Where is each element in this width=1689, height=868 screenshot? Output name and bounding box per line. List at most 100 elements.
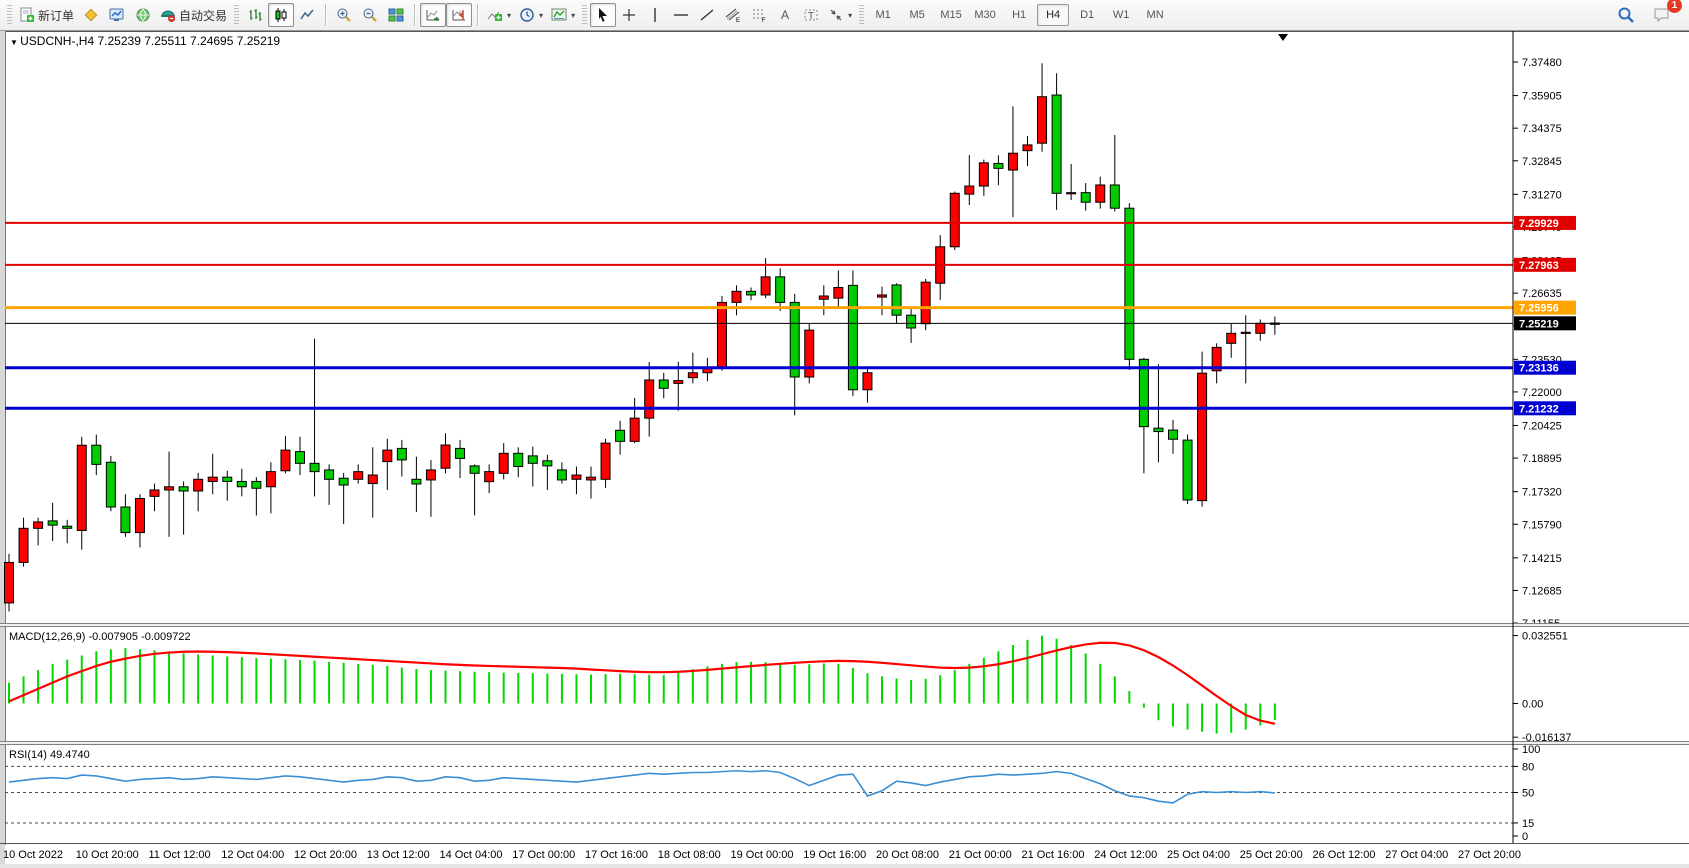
time-label: 11 Oct 12:00 (149, 849, 211, 861)
timeframe-m1[interactable]: M1 (867, 4, 899, 26)
time-label: 19 Oct 00:00 (731, 849, 794, 861)
time-label: 14 Oct 04:00 (440, 849, 503, 861)
timeframe-w1[interactable]: W1 (1105, 4, 1137, 26)
macd-tick: 0.00 (1522, 699, 1543, 711)
timeframe-d1[interactable]: D1 (1071, 4, 1103, 26)
price-label: 7.21232 (1519, 403, 1559, 415)
time-label: 24 Oct 12:00 (1094, 849, 1157, 861)
horizontal-line-icon (673, 7, 689, 23)
time-label: 27 Oct 20:00 (1458, 849, 1521, 861)
trendline-tool-button[interactable] (694, 3, 720, 27)
clock-icon (519, 7, 535, 23)
time-label: 21 Oct 00:00 (949, 849, 1012, 861)
quotes-button[interactable] (78, 3, 104, 27)
time-label: 25 Oct 04:00 (1167, 849, 1230, 861)
time-label: 25 Oct 20:00 (1240, 849, 1303, 861)
toolbar-separator (477, 4, 478, 26)
price-tick: 7.26635 (1522, 288, 1562, 300)
price-label: 7.23136 (1519, 363, 1559, 375)
autotrading-button[interactable]: 自动交易 (156, 3, 231, 27)
tile-windows-icon (388, 7, 404, 23)
dropdown-caret: ▾ (539, 11, 543, 20)
price-tick: 7.15790 (1522, 519, 1562, 531)
text-icon: A (777, 7, 793, 23)
chart-canvas[interactable]: 7.374807.359057.343757.328457.312707.297… (0, 31, 1689, 868)
time-label: 21 Oct 16:00 (1022, 849, 1085, 861)
text-label-icon: T (803, 7, 819, 23)
ohlc-bars-icon (247, 7, 263, 23)
price-tick: 7.20425 (1522, 420, 1562, 432)
macd-tick: -0.016137 (1522, 732, 1572, 744)
autotrading-label: 自动交易 (179, 7, 227, 24)
arrows-tool-button[interactable]: ▾ (824, 3, 856, 27)
new-order-icon (19, 7, 35, 23)
template-icon (551, 7, 567, 23)
time-label: 19 Oct 16:00 (803, 849, 866, 861)
mt4-window: { "toolbar": { "new_order_label": "新订单",… (0, 0, 1689, 868)
time-label: 13 Oct 12:00 (367, 849, 430, 861)
candlestick-icon (273, 7, 289, 23)
timeframe-m30[interactable]: M30 (969, 4, 1001, 26)
zoom-out-button[interactable] (357, 3, 383, 27)
globe-icon (135, 7, 151, 23)
candlestick-mode-button[interactable] (268, 3, 294, 27)
equidistant-channel-icon: E (725, 7, 741, 23)
terminal-icon (109, 7, 125, 23)
zoom-in-button[interactable] (331, 3, 357, 27)
periods-button[interactable]: ▾ (515, 3, 547, 27)
timeframe-m5[interactable]: M5 (901, 4, 933, 26)
time-label: 20 Oct 08:00 (876, 849, 939, 861)
timeframe-group: M1M5M15M30H1H4D1W1MN (867, 4, 1171, 26)
search-icon (1617, 6, 1635, 24)
bar-chart-mode-button[interactable] (242, 3, 268, 27)
news-button[interactable] (130, 3, 156, 27)
rsi-label: RSI(14) 49.4740 (9, 749, 90, 761)
time-label: 17 Oct 16:00 (585, 849, 648, 861)
new-order-button[interactable]: 新订单 (15, 3, 78, 27)
macd-label: MACD(12,26,9) -0.007905 -0.009722 (9, 631, 191, 643)
notifications-button[interactable]: 1 (1649, 3, 1675, 27)
timeframe-mn[interactable]: MN (1139, 4, 1171, 26)
trendline-icon (699, 7, 715, 23)
text-label-tool-button[interactable]: T (798, 3, 824, 27)
rsi-tick: 0 (1522, 831, 1528, 843)
vertical-line-icon (647, 7, 663, 23)
vertical-line-tool-button[interactable] (642, 3, 668, 27)
price-tick: 7.35905 (1522, 91, 1562, 103)
time-label: 10 Oct 20:00 (76, 849, 139, 861)
autotrading-icon (160, 7, 176, 23)
tile-windows-button[interactable] (383, 3, 409, 27)
line-chart-mode-button[interactable] (294, 3, 320, 27)
price-tick: 7.31270 (1522, 189, 1562, 201)
chart-shift-button[interactable] (446, 3, 472, 27)
templates-button[interactable]: ▾ (547, 3, 579, 27)
toolbar-separator (414, 4, 415, 26)
price-tick: 7.22000 (1522, 387, 1562, 399)
fibonacci-icon: F (751, 7, 767, 23)
line-chart-icon (299, 7, 315, 23)
timeframe-h1[interactable]: H1 (1003, 4, 1035, 26)
horizontal-line-tool-button[interactable] (668, 3, 694, 27)
timeframe-m15[interactable]: M15 (935, 4, 967, 26)
channel-tool-button[interactable]: E (720, 3, 746, 27)
zoom-in-icon (336, 7, 352, 23)
timeframe-h4[interactable]: H4 (1037, 4, 1069, 26)
text-tool-button[interactable]: A (772, 3, 798, 27)
price-label: 7.27963 (1519, 260, 1559, 272)
search-button[interactable] (1613, 3, 1639, 27)
price-tick: 7.37480 (1522, 57, 1562, 69)
cursor-tool-button[interactable] (590, 3, 616, 27)
auto-scroll-button[interactable] (420, 3, 446, 27)
rsi-tick: 100 (1522, 744, 1540, 756)
time-label: 27 Oct 04:00 (1385, 849, 1448, 861)
dropdown-caret: ▾ (848, 11, 852, 20)
crosshair-tool-button[interactable] (616, 3, 642, 27)
svg-text:F: F (762, 18, 766, 23)
fibonacci-tool-button[interactable]: F (746, 3, 772, 27)
indicators-button[interactable]: ▾ (483, 3, 515, 27)
auto-scroll-icon (425, 7, 441, 23)
rsi-tick: 15 (1522, 818, 1534, 830)
time-label: 10 Oct 2022 (3, 849, 63, 861)
terminal-button[interactable] (104, 3, 130, 27)
dropdown-caret: ▾ (507, 11, 511, 20)
